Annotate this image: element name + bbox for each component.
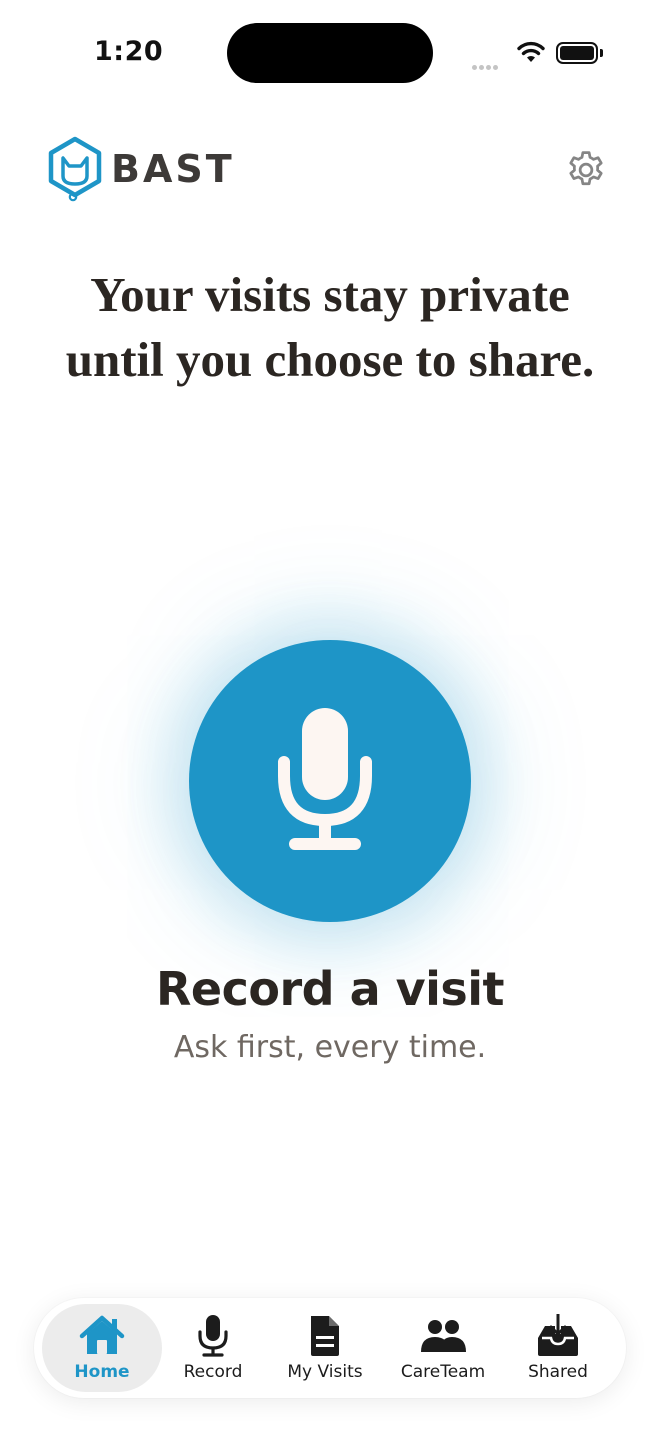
gear-icon[interactable] — [564, 148, 608, 192]
home-icon — [79, 1315, 125, 1354]
tab-my-visits[interactable]: My Visits — [264, 1304, 386, 1392]
battery-icon — [556, 42, 603, 64]
tab-home[interactable]: Home — [42, 1304, 162, 1392]
tab-record[interactable]: Record — [162, 1304, 264, 1392]
privacy-headline: Your visits stay private until you choos… — [65, 267, 595, 387]
tab-shared[interactable]: Shared — [500, 1304, 616, 1392]
tab-label: Record — [183, 1362, 243, 1382]
tab-careteam[interactable]: CareTeam — [386, 1304, 500, 1392]
inbox-download-icon — [538, 1314, 578, 1356]
bast-logo-icon — [48, 136, 102, 202]
tab-bar: Home Record My Visits CareTeam Shared — [34, 1298, 626, 1398]
record-title: Record a visit — [155, 962, 505, 1016]
document-icon — [311, 1316, 339, 1356]
brand-logo: BAST — [47, 136, 235, 202]
tab-label: My Visits — [287, 1362, 363, 1382]
microphone-icon — [278, 708, 372, 850]
microphone-icon — [198, 1315, 228, 1357]
tab-label: CareTeam — [400, 1362, 486, 1382]
wifi-icon — [517, 41, 545, 62]
tab-label: Home — [74, 1362, 130, 1382]
cellular-signal-icon — [472, 57, 500, 75]
record-visit-button[interactable] — [189, 640, 471, 922]
brand-name: BAST — [111, 147, 235, 191]
dynamic-island — [227, 23, 433, 83]
record-subtitle: Ask first, every time. — [173, 1030, 487, 1065]
status-time: 1:20 — [94, 36, 164, 67]
people-icon — [421, 1320, 466, 1352]
status-bar: 1:20 — [0, 0, 660, 100]
tab-label: Shared — [528, 1362, 588, 1382]
